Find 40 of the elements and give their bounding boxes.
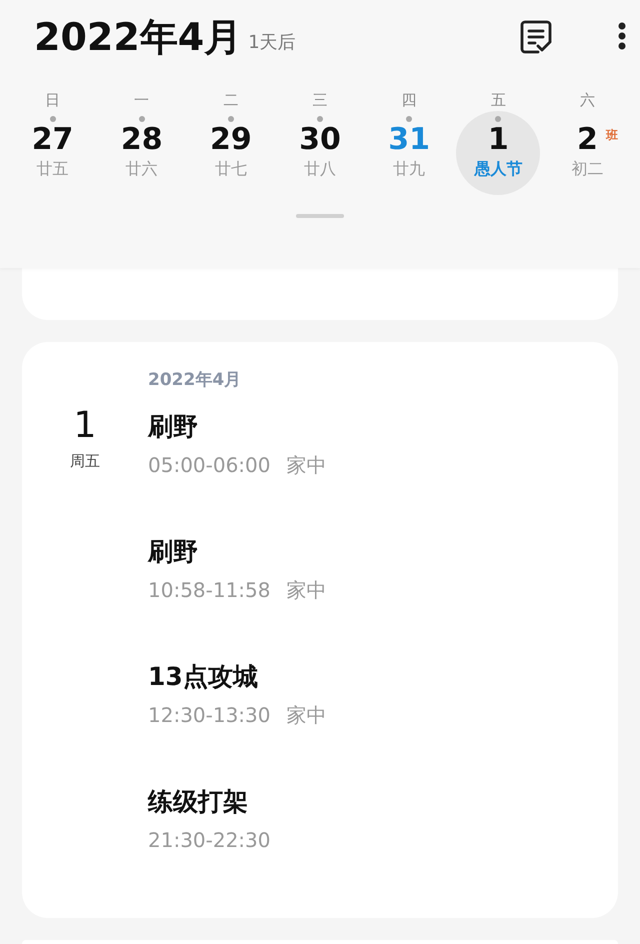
date-number[interactable]: 2 [576,122,598,158]
event-location: 家中 [286,452,326,478]
date-number[interactable]: 1 [488,122,509,158]
event-time: 05:00-06:00 [148,452,270,478]
event-time: 12:30-13:30 [148,702,270,728]
weekday-label: 周五 [70,450,100,472]
lunar-date-label: 廿八 [304,158,336,180]
lunar-date-label: 廿五 [36,158,69,180]
event-title[interactable]: 13点攻城 [148,662,258,692]
weekday-label: 六 [580,90,595,110]
lunar-date-label: 初二 [571,158,604,180]
month-title[interactable]: 2022年4月 [34,18,242,56]
event-location: 家中 [286,576,326,602]
event-title[interactable]: 刷野 [148,412,198,442]
lunar-date-label: 廿七 [214,158,247,180]
relative-day-label: 1天后 [248,31,296,55]
event-time: 21:30-22:30 [148,826,270,852]
drag-handle[interactable] [296,214,344,218]
weekday-label: 日 [45,90,60,110]
lunar-date-label: 廿六 [126,158,158,180]
task-list-icon[interactable] [520,20,552,54]
workday-label: 班 [606,127,618,144]
date-number[interactable]: 29 [210,122,252,158]
weekday-label: 五 [490,90,506,110]
event-title[interactable]: 刷野 [148,536,198,566]
more-menu-icon[interactable] [618,22,626,50]
lunar-date-label: 愚人节 [474,158,522,180]
weekday-label: 一 [134,90,150,110]
event-time: 10:58-11:58 [148,576,270,602]
event-title[interactable]: 练级打架 [148,786,248,816]
weekday-label: 三 [312,90,328,110]
weekday-label: 二 [223,90,238,110]
day-number: 1 [74,406,96,446]
lunar-date-label: 廿九 [393,158,426,180]
date-number[interactable]: 27 [32,122,74,158]
month-label: 2022年4月 [148,369,242,392]
date-number[interactable]: 30 [299,122,341,158]
date-number[interactable]: 28 [120,122,163,158]
event-location: 家中 [286,702,326,728]
weekday-label: 四 [402,90,417,110]
